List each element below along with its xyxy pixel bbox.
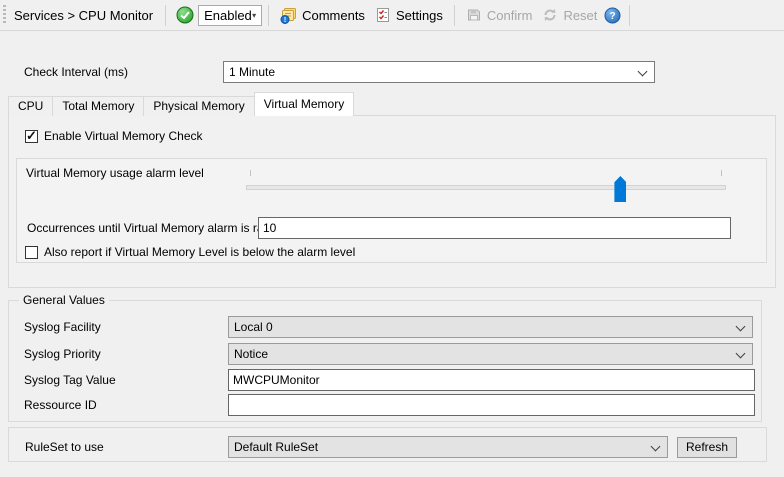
comments-button[interactable]: ! Comments <box>275 5 370 26</box>
vm-alarm-slider[interactable] <box>246 168 726 204</box>
settings-icon <box>375 7 391 23</box>
save-icon <box>466 7 482 23</box>
ressource-id-label: Ressource ID <box>24 394 97 416</box>
toolbar-separator <box>629 5 630 26</box>
toolbar: Services > CPU Monitor Enabled ▾ <box>0 0 784 31</box>
syslog-facility-label: Syslog Facility <box>24 316 101 338</box>
tabstrip: CPU Total Memory Physical Memory Virtual… <box>8 92 353 116</box>
syslog-priority-select[interactable]: Notice <box>228 343 753 365</box>
ruleset-label: RuleSet to use <box>25 436 104 458</box>
comments-label: Comments <box>302 8 365 23</box>
tab-total-memory[interactable]: Total Memory <box>52 96 144 116</box>
settings-button[interactable]: Settings <box>370 5 448 25</box>
cpu-monitor-window: Services > CPU Monitor Enabled ▾ <box>0 0 784 477</box>
tab-cpu[interactable]: CPU <box>8 96 53 116</box>
ruleset-value: Default RuleSet <box>234 440 318 454</box>
syslog-facility-select[interactable]: Local 0 <box>228 316 753 338</box>
chevron-down-icon <box>736 349 746 359</box>
slider-tick-left <box>250 170 251 176</box>
chevron-down-icon: ▾ <box>252 11 256 20</box>
syslog-priority-value: Notice <box>234 347 268 361</box>
reset-icon <box>542 7 558 23</box>
confirm-button[interactable]: Confirm <box>461 5 538 25</box>
toolbar-separator <box>268 5 269 26</box>
checkbox-box[interactable] <box>25 130 38 143</box>
checkbox-box[interactable] <box>25 246 38 259</box>
check-interval-select[interactable]: 1 Minute <box>223 61 655 83</box>
below-level-checkbox-label: Also report if Virtual Memory Level is b… <box>44 245 355 259</box>
syslog-tag-input[interactable] <box>228 369 755 391</box>
enable-vm-checkbox-label: Enable Virtual Memory Check <box>44 129 203 143</box>
check-interval-label: Check Interval (ms) <box>24 61 128 83</box>
general-values-title: General Values <box>19 293 109 307</box>
syslog-priority-label: Syslog Priority <box>24 343 101 365</box>
toolbar-separator <box>454 5 455 26</box>
ruleset-select[interactable]: Default RuleSet <box>228 436 668 458</box>
below-level-checkbox[interactable]: Also report if Virtual Memory Level is b… <box>25 245 355 259</box>
chevron-down-icon <box>638 67 648 77</box>
enabled-dropdown[interactable]: Enabled ▾ <box>198 5 262 26</box>
help-icon[interactable]: ? <box>604 7 621 24</box>
reset-label: Reset <box>563 8 597 23</box>
ressource-id-input[interactable] <box>228 394 755 416</box>
tab-virtual-memory[interactable]: Virtual Memory <box>254 92 354 116</box>
vm-alarm-slider-track[interactable] <box>246 185 726 190</box>
enable-vm-checkbox[interactable]: Enable Virtual Memory Check <box>25 129 203 143</box>
occurrences-input[interactable] <box>258 217 731 239</box>
comments-icon: ! <box>280 7 297 24</box>
toolbar-separator <box>165 5 166 26</box>
svg-text:!: ! <box>284 17 286 24</box>
confirm-label: Confirm <box>487 8 533 23</box>
enabled-dropdown-value: Enabled <box>204 8 252 23</box>
settings-label: Settings <box>396 8 443 23</box>
reset-button[interactable]: Reset <box>537 5 602 25</box>
refresh-button[interactable]: Refresh <box>677 437 737 458</box>
check-interval-value: 1 Minute <box>229 65 275 79</box>
syslog-facility-value: Local 0 <box>234 320 273 334</box>
slider-tick-right <box>721 170 722 176</box>
breadcrumb: Services > CPU Monitor <box>14 8 153 23</box>
syslog-tag-label: Syslog Tag Value <box>24 369 116 391</box>
vm-alarm-slider-thumb[interactable] <box>614 176 626 202</box>
toolbar-gripper[interactable] <box>3 5 6 25</box>
svg-text:?: ? <box>610 11 616 22</box>
tab-physical-memory[interactable]: Physical Memory <box>143 96 254 116</box>
vm-alarm-slider-label: Virtual Memory usage alarm level <box>26 162 204 184</box>
occurrences-label: Occurrences until Virtual Memory alarm i… <box>27 217 286 239</box>
chevron-down-icon <box>736 322 746 332</box>
enabled-status-icon <box>176 6 194 24</box>
chevron-down-icon <box>651 442 661 452</box>
